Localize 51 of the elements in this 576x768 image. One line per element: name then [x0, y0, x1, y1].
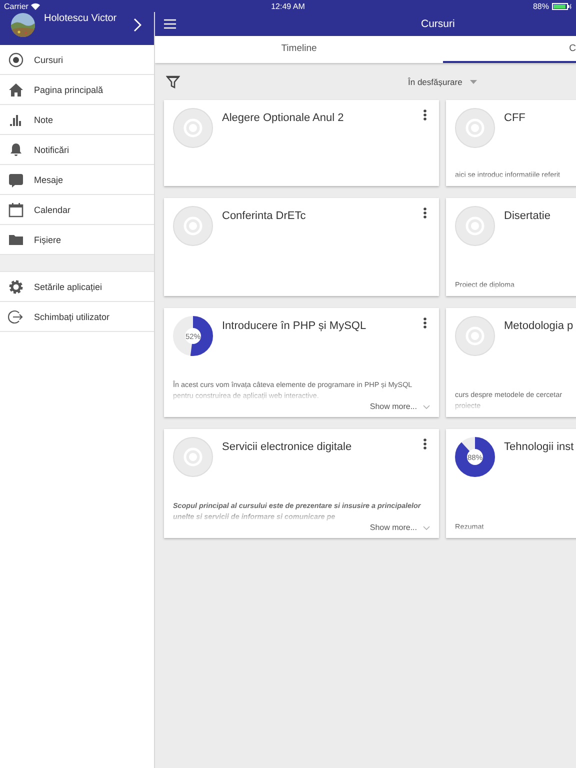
- sidebar-item[interactable]: Calendar: [0, 195, 154, 225]
- course-title: Disertatie: [504, 210, 550, 224]
- course-title: CFF: [504, 112, 526, 126]
- battery-icon: [552, 2, 572, 10]
- sidebar-item[interactable]: Cursuri: [0, 45, 154, 75]
- course-card[interactable]: Alegere Optionale Anul 2: [164, 100, 439, 186]
- gear-icon: [8, 278, 24, 294]
- sidebar-item[interactable]: Notificări: [0, 135, 154, 165]
- tab[interactable]: Timeline: [155, 36, 443, 63]
- battery-percentage: 88%: [532, 2, 549, 10]
- more-icon[interactable]: [423, 109, 427, 121]
- more-icon[interactable]: [423, 317, 427, 329]
- course-title: Servicii electronice digitale: [222, 441, 352, 455]
- course-icon: [455, 108, 495, 148]
- course-icon: [455, 206, 495, 246]
- course-title: Conferinta DrETc: [222, 210, 306, 224]
- tab[interactable]: C: [443, 36, 576, 63]
- filter-icon[interactable]: [166, 74, 180, 88]
- user-name: Holotescu Victor: [44, 13, 118, 24]
- show-more-link[interactable]: Show more...: [370, 523, 417, 532]
- home-icon: [8, 82, 24, 98]
- course-title: Tehnologii inst: [504, 441, 574, 455]
- more-icon[interactable]: [423, 438, 427, 450]
- show-more-link[interactable]: Show more...: [370, 402, 417, 411]
- course-icon: [173, 108, 213, 148]
- course-title: Introducere în PHP și MySQL: [222, 320, 366, 334]
- course-icon: [173, 206, 213, 246]
- course-icon: [173, 437, 213, 477]
- caret-icon: [470, 80, 478, 84]
- course-icon: [455, 316, 495, 356]
- sidebar-item[interactable]: Note: [0, 105, 154, 135]
- course-title: Metodologia p: [504, 320, 574, 334]
- message-icon: [8, 172, 24, 188]
- course-title: Alegere Optionale Anul 2: [222, 112, 344, 126]
- menu-icon[interactable]: [164, 19, 176, 29]
- more-icon[interactable]: [423, 207, 427, 219]
- wifi-icon: [31, 2, 40, 10]
- sidebar-item[interactable]: Setările aplicației: [0, 272, 154, 302]
- bell-icon: [8, 142, 24, 158]
- chevron-right-icon[interactable]: [133, 18, 142, 32]
- page-title: Cursuri: [421, 18, 455, 30]
- sidebar-item[interactable]: Pagina principală: [0, 75, 154, 105]
- carrier-label: Carrier: [4, 2, 28, 10]
- logout-icon: [8, 308, 24, 324]
- course-card[interactable]: Conferinta DrETc: [164, 198, 439, 296]
- calendar-icon: [8, 202, 24, 218]
- clock: 12:49 AM: [271, 2, 305, 10]
- sidebar-item[interactable]: Schimbați utilizator: [0, 302, 154, 332]
- course-icon: [8, 52, 24, 68]
- status-dropdown[interactable]: În desfășurare: [408, 76, 478, 86]
- sidebar-item[interactable]: Mesaje: [0, 165, 154, 195]
